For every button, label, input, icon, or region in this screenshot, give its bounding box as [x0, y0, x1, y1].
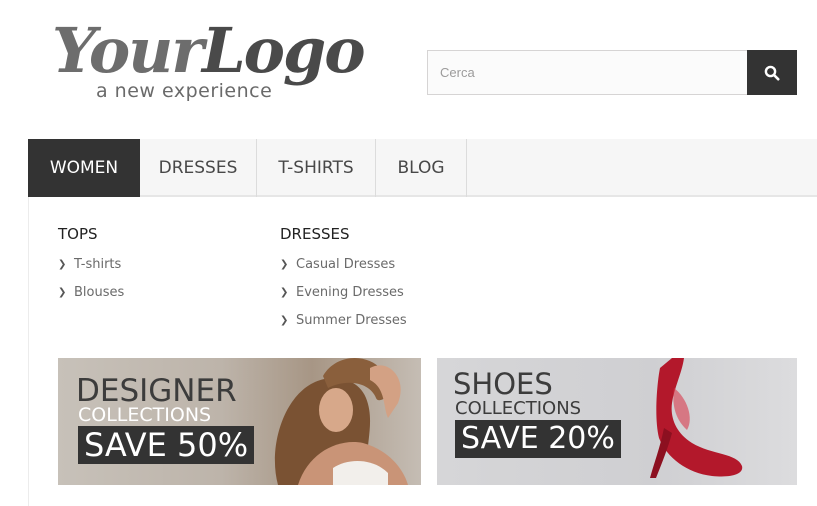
search-icon: [764, 65, 780, 80]
tab-blog[interactable]: BLOG: [376, 139, 467, 197]
tab-women[interactable]: WOMEN: [28, 139, 140, 197]
submenu-item-summer-dresses[interactable]: ❯ Summer Dresses: [280, 313, 407, 328]
red-shoe-image: [650, 358, 743, 478]
banner-discount-badge: SAVE 20%: [455, 420, 621, 458]
chevron-right-icon: ❯: [58, 287, 67, 298]
logo-tagline: a new experience: [96, 80, 273, 102]
submenu-item-blouses[interactable]: ❯ Blouses: [58, 285, 124, 300]
logo-wordmark: YourLogo: [52, 20, 366, 82]
logo-text-second: Logo: [201, 14, 366, 87]
site-logo[interactable]: YourLogo a new experience: [52, 20, 366, 110]
banner-subheading: COLLECTIONS: [78, 404, 212, 426]
banner-heading: DESIGNER: [76, 373, 237, 409]
main-menu: WOMEN DRESSES T-SHIRTS BLOG: [28, 139, 817, 197]
submenu-item-evening-dresses[interactable]: ❯ Evening Dresses: [280, 285, 404, 300]
chevron-right-icon: ❯: [280, 315, 289, 326]
tab-dresses[interactable]: DRESSES: [140, 139, 257, 197]
chevron-right-icon: ❯: [280, 287, 289, 298]
submenu-item-label: Evening Dresses: [296, 285, 404, 300]
designer-collections-banner[interactable]: DESIGNER COLLECTIONS SAVE 50%: [58, 358, 421, 485]
submenu-item-label: T-shirts: [74, 257, 122, 272]
banner-subheading: COLLECTIONS: [455, 398, 582, 419]
submenu-item-label: Blouses: [74, 285, 125, 300]
submenu-item-t-shirts[interactable]: ❯ T-shirts: [58, 257, 121, 272]
column-title-tops[interactable]: TOPS: [58, 225, 98, 243]
tab-t-shirts[interactable]: T-SHIRTS: [257, 139, 376, 197]
logo-text-first: Your: [52, 14, 204, 87]
search-button[interactable]: [747, 50, 797, 95]
banner-heading: SHOES: [453, 367, 553, 401]
submenu-item-casual-dresses[interactable]: ❯ Casual Dresses: [280, 257, 395, 272]
banner-discount-badge: SAVE 50%: [78, 426, 255, 464]
shoes-collections-banner[interactable]: SHOES COLLECTIONS SAVE 20%: [437, 358, 797, 485]
chevron-right-icon: ❯: [58, 259, 67, 270]
submenu-item-label: Casual Dresses: [296, 257, 396, 272]
chevron-right-icon: ❯: [280, 259, 289, 270]
submenu-item-label: Summer Dresses: [296, 313, 407, 328]
column-title-dresses[interactable]: DRESSES: [280, 225, 350, 243]
model-photo-image: [274, 358, 408, 485]
search-input[interactable]: [427, 50, 748, 95]
